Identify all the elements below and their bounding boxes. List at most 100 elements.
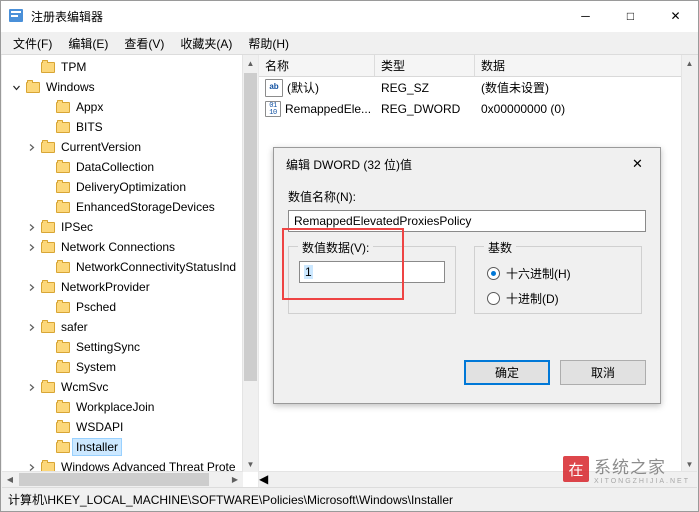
ok-button[interactable]: 确定 [464, 360, 550, 385]
value-name-input[interactable]: RemappedElevatedProxiesPolicy [288, 210, 646, 232]
tree-item-wcmsvc[interactable]: WcmSvc [2, 377, 258, 397]
dialog-close-button[interactable]: ✕ [615, 149, 660, 180]
tree-item-currentversion[interactable]: CurrentVersion [2, 137, 258, 157]
tree-item-windows[interactable]: Windows [2, 77, 258, 97]
chevron-right-icon[interactable] [23, 217, 39, 237]
registry-tree-pane[interactable]: TPM Windows Appx BITS CurrentVersion DataColl… [2, 55, 259, 487]
menu-view[interactable]: 查看(V) [116, 32, 172, 55]
tree-horizontal-scrollbar[interactable]: ◀ ▶ [2, 471, 243, 487]
tree-item-label: Appx [76, 100, 104, 114]
folder-icon [39, 317, 56, 337]
tree-item-bits[interactable]: BITS [2, 117, 258, 137]
tree-item-networkconnectivitystatusind[interactable]: NetworkConnectivityStatusInd [2, 257, 258, 277]
table-row[interactable]: 01 10 RemappedEle... REG_DWORD 0x00000000… [259, 98, 697, 119]
close-button[interactable]: ✕ [653, 1, 698, 31]
edit-dword-dialog: 编辑 DWORD (32 位)值 ✕ 数值名称(N): RemappedElev… [273, 147, 661, 404]
menu-bar: 文件(F) 编辑(E) 查看(V) 收藏夹(A) 帮助(H) [1, 32, 698, 55]
value-data-group: 数值数据(V): 1 [282, 228, 456, 314]
tree-item-workplacejoin[interactable]: WorkplaceJoin [2, 397, 258, 417]
tree-item-label: SettingSync [76, 340, 141, 354]
watermark-subtitle: XITONGZHIJIA.NET [593, 478, 690, 485]
tree-item-network-connections[interactable]: Network Connections [2, 237, 258, 257]
tree-item-wsdapi[interactable]: WSDAPI [2, 417, 258, 437]
dialog-body: 数值名称(N): RemappedElevatedProxiesPolicy 数… [274, 188, 660, 314]
folder-icon [54, 397, 71, 417]
chevron-right-icon[interactable] [23, 137, 39, 157]
folder-icon [39, 137, 56, 157]
maximize-button[interactable]: □ [608, 1, 653, 31]
tree-item-deliveryoptimization[interactable]: DeliveryOptimization [2, 177, 258, 197]
menu-file[interactable]: 文件(F) [5, 32, 60, 55]
tree-item-safer[interactable]: safer [2, 317, 258, 337]
tree-item-enhancedstoragedevices[interactable]: EnhancedStorageDevices [2, 197, 258, 217]
dword-value-icon: 01 10 [265, 100, 281, 117]
menu-favorites[interactable]: 收藏夹(A) [172, 32, 240, 55]
tree-item-label: WorkplaceJoin [76, 400, 155, 414]
watermark-title: 系统之家 [593, 458, 666, 477]
tree-item-label: DataCollection [76, 160, 155, 174]
tree-scroll-right-icon[interactable]: ▶ [227, 472, 243, 487]
folder-icon [39, 377, 56, 397]
folder-icon [39, 237, 56, 257]
value-data-input[interactable]: 1 [299, 261, 445, 283]
tree-item-label: System [76, 360, 117, 374]
tree-item-label: CurrentVersion [61, 140, 142, 154]
tree-item-installer[interactable]: Installer [2, 437, 258, 457]
value-type-cell: REG_DWORD [381, 101, 461, 116]
list-scroll-up-icon[interactable]: ▲ [682, 55, 697, 71]
tree-item-tpm[interactable]: TPM [2, 57, 258, 77]
tree-vertical-scrollbar[interactable]: ▲ ▼ [242, 55, 258, 472]
tree-item-label: Psched [76, 300, 117, 314]
chevron-right-icon[interactable] [23, 317, 39, 337]
tree-item-psched[interactable]: Psched [2, 297, 258, 317]
menu-edit[interactable]: 编辑(E) [60, 32, 116, 55]
tree-scroll-up-icon[interactable]: ▲ [243, 55, 258, 71]
radio-hexadecimal[interactable]: 十六进制(H) [487, 265, 641, 282]
chevron-right-icon[interactable] [23, 237, 39, 257]
tree-scroll-thumb[interactable] [244, 73, 257, 381]
folder-icon [54, 97, 71, 117]
folder-icon [54, 257, 71, 277]
tree-item-datacollection[interactable]: DataCollection [2, 157, 258, 177]
folder-icon [54, 177, 71, 197]
list-vertical-scrollbar[interactable]: ▲ ▼ [681, 55, 697, 472]
tree-item-settingsync[interactable]: SettingSync [2, 337, 258, 357]
dialog-buttons: 确定 取消 [454, 360, 646, 385]
chevron-right-icon[interactable] [23, 377, 39, 397]
tree-item-label: TPM [61, 60, 87, 74]
value-data-cell: 0x00000000 (0) [481, 101, 566, 116]
tree-item-networkprovider[interactable]: NetworkProvider [2, 277, 258, 297]
tree-item-label: DeliveryOptimization [76, 180, 187, 194]
cancel-button[interactable]: 取消 [560, 360, 646, 385]
tree-scroll-down-icon[interactable]: ▼ [243, 456, 258, 472]
tree-hscroll-thumb[interactable] [19, 473, 209, 486]
column-header-type[interactable]: 类型 [375, 55, 475, 76]
tree-scroll-left-icon[interactable]: ◀ [2, 472, 18, 487]
minimize-button[interactable]: ─ [563, 1, 608, 31]
tree-item-system[interactable]: System [2, 357, 258, 377]
radio-decimal[interactable]: 十进制(D) [487, 290, 641, 307]
tree-item-label: Windows [46, 80, 95, 94]
folder-icon [54, 437, 71, 457]
table-row[interactable]: ab (默认) REG_SZ (数值未设置) [259, 77, 697, 98]
tree-item-appx[interactable]: Appx [2, 97, 258, 117]
value-data-text: 1 [304, 265, 313, 279]
column-header-data[interactable]: 数据 [475, 55, 697, 76]
value-data-cell: (数值未设置) [481, 81, 549, 95]
registry-editor-window: 注册表编辑器 ─ □ ✕ 文件(F) 编辑(E) 查看(V) 收藏夹(A) 帮助… [0, 0, 699, 512]
column-header-name[interactable]: 名称 [259, 55, 375, 76]
dialog-title-bar: 编辑 DWORD (32 位)值 ✕ [274, 148, 660, 180]
base-radio-list: 十六进制(H) 十进制(D) [475, 247, 641, 307]
menu-help[interactable]: 帮助(H) [240, 32, 297, 55]
tree-item-ipsec[interactable]: IPSec [2, 217, 258, 237]
chevron-right-icon[interactable] [23, 277, 39, 297]
status-bar: 计算机\HKEY_LOCAL_MACHINE\SOFTWARE\Policies… [2, 487, 697, 510]
string-value-icon: ab [265, 78, 283, 97]
radio-hexadecimal-icon [487, 267, 500, 280]
chevron-down-icon[interactable] [8, 77, 24, 97]
